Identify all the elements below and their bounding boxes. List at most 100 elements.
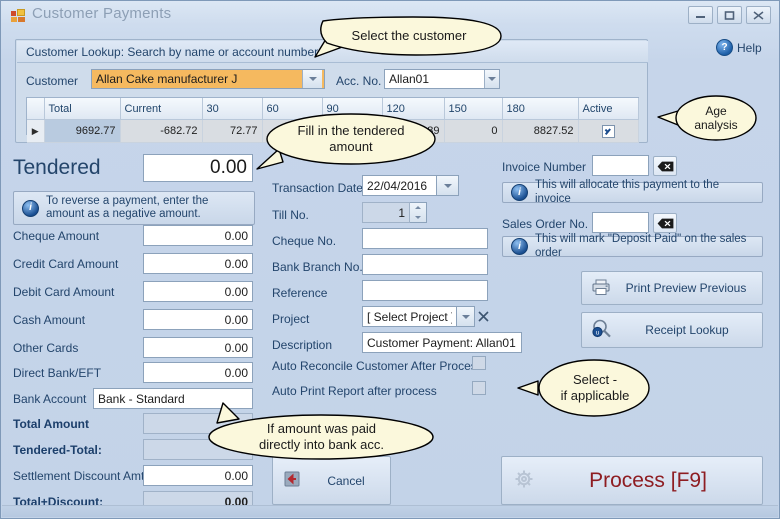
reference-label: Reference [272, 286, 328, 300]
settlement-discount-label: Settlement Discount Amt [13, 469, 145, 483]
active-checkbox[interactable] [601, 124, 615, 138]
sales-order-clear-backspace-icon[interactable] [653, 213, 677, 233]
info-icon: i [511, 238, 528, 255]
cell-150[interactable]: 0 [444, 119, 503, 143]
cheque-no-label: Cheque No. [272, 234, 337, 248]
transaction-date-label: Transaction Date [272, 181, 363, 195]
cell-180[interactable]: 8827.52 [502, 119, 579, 143]
other-cards-input[interactable] [143, 337, 253, 358]
status-bar [2, 505, 778, 517]
description-label: Description [272, 338, 333, 352]
account-number-label: Acc. No. [336, 74, 382, 88]
print-preview-previous-button[interactable]: Print Preview Previous [581, 271, 763, 305]
column-header-180[interactable]: 180 [502, 98, 579, 120]
magnifier-icon: u [592, 319, 612, 341]
total-amount-label: Total Amount [13, 417, 89, 431]
debit-card-amount-label: Debit Card Amount [13, 285, 115, 299]
column-header-total[interactable]: Total [44, 98, 121, 120]
direct-bank-eft-input[interactable] [143, 362, 253, 383]
svg-text:u: u [596, 331, 599, 337]
cell-current[interactable]: -682.72 [120, 119, 203, 143]
project-clear-icon[interactable] [475, 306, 493, 327]
description-input[interactable] [362, 332, 522, 353]
reference-input[interactable] [362, 280, 488, 301]
callout-select-applicable: Select - if applicable [516, 353, 666, 425]
cheque-amount-input[interactable] [143, 225, 253, 246]
invoice-number-label: Invoice Number [502, 160, 587, 174]
invoice-allocation-info: i This will allocate this payment to the… [502, 179, 763, 205]
customer-input[interactable] [92, 69, 302, 89]
column-header-current[interactable]: Current [120, 98, 203, 120]
row-indicator: ▶ [27, 119, 45, 143]
sales-order-no-input[interactable] [592, 212, 649, 233]
reverse-payment-note-text: To reverse a payment, enter the amount a… [46, 194, 209, 220]
stepper-down-icon[interactable] [415, 215, 421, 219]
auto-print-checkbox[interactable] [472, 381, 486, 395]
maximize-icon[interactable] [717, 6, 742, 24]
bank-account-label: Bank Account [13, 392, 87, 406]
settlement-discount-input[interactable] [143, 465, 253, 486]
sales-order-no-label: Sales Order No. [502, 217, 589, 231]
credit-card-amount-input[interactable] [143, 253, 253, 274]
print-preview-previous-label: Print Preview Previous [625, 281, 747, 295]
bank-branch-no-label: Bank Branch No. [272, 260, 363, 274]
cell-active[interactable] [578, 119, 639, 143]
project-input[interactable] [362, 306, 457, 327]
column-header-150[interactable]: 150 [444, 98, 503, 120]
invoice-allocation-info-text: This will allocate this payment to the i… [535, 179, 720, 205]
info-icon: i [22, 199, 39, 217]
callout-fill-tendered: Fill in the tendered amount [249, 109, 449, 179]
stepper-up-icon[interactable] [415, 206, 421, 210]
cancel-label: Cancel [327, 473, 365, 488]
cancel-icon [284, 471, 302, 490]
callout-paid-into-bank: If amount was paid directly into bank ac… [199, 401, 449, 463]
credit-card-amount-label: Credit Card Amount [13, 257, 119, 271]
till-no-input[interactable] [362, 202, 410, 223]
process-button[interactable]: Process [F9] [501, 456, 763, 505]
printer-icon [592, 279, 610, 298]
invoice-number-input[interactable] [592, 155, 649, 176]
other-cards-label: Other Cards [13, 341, 79, 355]
customer-label: Customer [26, 74, 79, 88]
project-chevron-down-icon[interactable] [457, 306, 475, 327]
customer-combo[interactable] [91, 69, 325, 89]
cell-total[interactable]: 9692.77 [44, 119, 121, 143]
auto-reconcile-label: Auto Reconcile Customer After Process [272, 359, 483, 373]
process-label: Process [F9] [589, 468, 707, 492]
auto-reconcile-checkbox[interactable] [472, 356, 486, 370]
cheque-amount-label: Cheque Amount [13, 229, 100, 243]
receipt-lookup-button[interactable]: u Receipt Lookup [581, 312, 763, 348]
deposit-paid-info: i This will mark "Deposit Paid" on the s… [502, 233, 763, 259]
deposit-paid-info-text: This will mark "Deposit Paid" on the sal… [535, 233, 747, 259]
tendered-label: Tendered [13, 156, 101, 179]
gear-icon [514, 469, 534, 492]
tendered-total-label: Tendered-Total: [13, 443, 102, 457]
tendered-input[interactable] [143, 154, 253, 182]
minimize-icon[interactable] [688, 6, 713, 24]
column-header-active[interactable]: Active [578, 98, 639, 120]
app-icon [11, 9, 25, 22]
customer-payments-window: Customer Payments ? Help Customer Lookup… [0, 0, 780, 519]
debit-card-amount-input[interactable] [143, 281, 253, 302]
cash-amount-label: Cash Amount [13, 313, 86, 327]
cheque-no-input[interactable] [362, 228, 488, 249]
callout-select-applicable-text: Select - if applicable [560, 372, 630, 403]
callout-age-analysis-text: Age analysis [694, 103, 738, 132]
callout-select-customer: Select the customer [301, 13, 516, 59]
cash-amount-input[interactable] [143, 309, 253, 330]
invoice-clear-backspace-icon[interactable] [653, 156, 677, 176]
help-label: Help [737, 40, 762, 55]
help-icon: ? [716, 39, 733, 56]
close-icon[interactable] [746, 6, 771, 24]
direct-bank-eft-label: Direct Bank/EFT [13, 366, 102, 380]
till-no-stepper[interactable] [410, 202, 427, 223]
column-header-indicator[interactable] [27, 98, 45, 120]
receipt-lookup-label: Receipt Lookup [645, 323, 729, 337]
help-button[interactable]: ? Help [716, 39, 762, 56]
cancel-button[interactable]: Cancel [272, 456, 391, 505]
till-no-label: Till No. [272, 208, 309, 222]
bank-branch-no-input[interactable] [362, 254, 488, 275]
info-icon: i [511, 184, 528, 201]
reverse-payment-note: i To reverse a payment, enter the amount… [13, 191, 255, 225]
auto-print-label: Auto Print Report after process [272, 384, 437, 398]
